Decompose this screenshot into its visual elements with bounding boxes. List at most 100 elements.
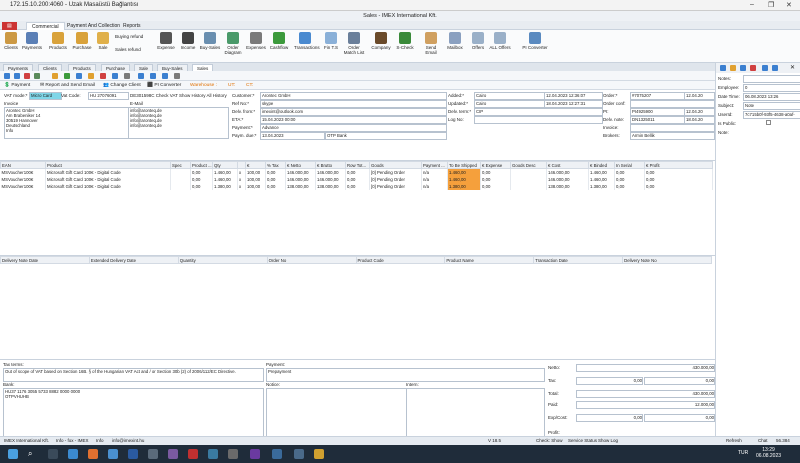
exp-value-a[interactable]: 0,00 bbox=[576, 414, 643, 422]
tax-terms-field[interactable]: Out of scope of VAT based on Section 16B… bbox=[3, 368, 264, 382]
delv-note-input[interactable]: DN1325011 bbox=[630, 116, 685, 124]
folder-icon[interactable] bbox=[52, 73, 58, 79]
note-delete-icon[interactable] bbox=[750, 65, 756, 71]
order-input[interactable]: #7075207 bbox=[630, 92, 685, 100]
side-close-icon[interactable]: ✕ bbox=[790, 64, 795, 71]
pi-date[interactable]: 12.04.20 bbox=[684, 108, 715, 116]
expenses-button[interactable]: Expenses bbox=[245, 32, 267, 50]
col-netto[interactable]: € Netto bbox=[285, 161, 316, 169]
chat-button[interactable]: Chat bbox=[758, 437, 768, 445]
log-no-input[interactable] bbox=[474, 116, 603, 124]
payment-button[interactable]: 💲 Payment bbox=[4, 82, 30, 89]
col-delivery-note-date[interactable]: Delivery Note Date bbox=[0, 256, 90, 264]
all-offers-button[interactable]: ALL Offers bbox=[489, 32, 511, 50]
col-goods-desc[interactable]: Goods Desc bbox=[510, 161, 547, 169]
search-icon[interactable]: ⌕ bbox=[28, 449, 38, 459]
note-folder-icon[interactable] bbox=[730, 65, 736, 71]
datetime-input[interactable]: 06.08.2023 13:26 bbox=[743, 93, 800, 101]
cashflow-button[interactable]: Cashflow bbox=[268, 32, 290, 50]
brokers-select[interactable]: Armin Bellik bbox=[630, 132, 715, 140]
pi-converter-button[interactable]: ⬛ PI Converter bbox=[147, 82, 181, 89]
pi-input[interactable]: PI4925900 bbox=[630, 108, 685, 116]
add-row-icon[interactable] bbox=[64, 73, 70, 79]
keyboard-language[interactable]: TUR bbox=[738, 450, 748, 456]
purchase-button[interactable]: Purchase bbox=[71, 32, 93, 50]
visual-studio-icon[interactable] bbox=[250, 449, 260, 459]
col-ean[interactable]: EAN bbox=[0, 161, 46, 169]
buy-sales-button[interactable]: Buy-Sales bbox=[199, 32, 221, 50]
col-product-extra[interactable]: Product ... bbox=[190, 161, 213, 169]
check-icon[interactable] bbox=[88, 73, 94, 79]
col-product[interactable]: Product bbox=[45, 161, 171, 169]
print-icon[interactable] bbox=[34, 73, 40, 79]
payment-terms-field[interactable]: Prepayment bbox=[266, 368, 545, 382]
col-row-total[interactable]: Row Tot... bbox=[345, 161, 370, 169]
col-cost[interactable]: € Cost bbox=[546, 161, 589, 169]
windows-start-icon[interactable] bbox=[8, 449, 18, 459]
new-icon[interactable] bbox=[4, 73, 10, 79]
note-new-icon[interactable] bbox=[720, 65, 726, 71]
app-icon-5[interactable] bbox=[228, 449, 238, 459]
col-binded[interactable]: € Binded bbox=[588, 161, 615, 169]
vat-check-line[interactable]: DE301598C Check VAT Show History All His… bbox=[130, 93, 227, 98]
buying-refund-button[interactable]: Buying refund bbox=[115, 34, 143, 39]
col-product-code[interactable]: Product Code bbox=[355, 256, 446, 264]
vat-code-input[interactable]: HU 27076091 bbox=[88, 92, 129, 100]
customer-input[interactable]: Arontec GmbH bbox=[260, 92, 447, 100]
transactions-button[interactable]: Transactions bbox=[294, 32, 320, 50]
col-extended-delivery-date[interactable]: Extended Delivery Date bbox=[88, 256, 179, 264]
edge-icon[interactable] bbox=[68, 449, 78, 459]
order-match-list-button[interactable]: Order Match List bbox=[343, 32, 365, 55]
bank-field[interactable]: HU37 1176 3055 5733 8882 0000 0000 OTPVH… bbox=[3, 388, 264, 438]
col-brutto[interactable]: € Brutto bbox=[315, 161, 346, 169]
restore-icon[interactable]: ❐ bbox=[768, 1, 774, 9]
vat-mode-select[interactable]: Micro Card bbox=[29, 92, 62, 100]
fin-ts-button[interactable]: Fin T.S bbox=[320, 32, 342, 50]
tab-reports[interactable]: Reports bbox=[118, 22, 146, 30]
mailbox-button[interactable]: Mailbox bbox=[444, 32, 466, 50]
app-icon-4[interactable] bbox=[208, 449, 218, 459]
payment-select[interactable]: Advance bbox=[260, 124, 447, 132]
table-row[interactable]: MSVoucher100€ Microsoft Gift Card 100€ - … bbox=[0, 176, 713, 183]
task-view-icon[interactable] bbox=[48, 449, 58, 459]
export-icon[interactable] bbox=[124, 73, 130, 79]
order-diagram-button[interactable]: Order Diagram bbox=[222, 32, 244, 55]
app-icon-2[interactable] bbox=[148, 449, 158, 459]
report-send-email-button[interactable]: ✉ Report and Send Email bbox=[40, 82, 95, 89]
redo-icon[interactable] bbox=[150, 73, 156, 79]
copy-icon[interactable] bbox=[76, 73, 82, 79]
col-goods[interactable]: Goods bbox=[369, 161, 422, 169]
income-button[interactable]: Income bbox=[177, 32, 199, 50]
delivery-from-input[interactable]: imexint@outlook.com bbox=[260, 108, 447, 116]
col-to-be-shipped[interactable]: To Be Shipped bbox=[447, 161, 481, 169]
col-order-no[interactable]: Order No bbox=[266, 256, 357, 264]
col-transaction-date[interactable]: Transaction Date bbox=[533, 256, 624, 264]
col-delivery-note-no[interactable]: Delivery Note No bbox=[622, 256, 712, 264]
tax-value-a[interactable]: 0,00 bbox=[576, 377, 643, 385]
arrow-icon[interactable] bbox=[162, 73, 168, 79]
col-product-name[interactable]: Product Name bbox=[444, 256, 535, 264]
s-check-button[interactable]: S-Check bbox=[394, 32, 416, 50]
app-menu-button[interactable]: ▤ bbox=[2, 22, 17, 30]
clients-button[interactable]: Clients bbox=[0, 32, 22, 50]
invoice-address-field[interactable]: Arontec GmbH Am Brabeniker 14 30519 Hann… bbox=[4, 107, 129, 139]
table-row[interactable]: MSVoucher100€ Microsoft Gift Card 100€ - … bbox=[0, 183, 713, 190]
order-conf-input[interactable] bbox=[630, 100, 715, 108]
send-email-button[interactable]: Send Email bbox=[420, 32, 442, 55]
minimize-icon[interactable]: – bbox=[750, 1, 754, 8]
invoice-input[interactable] bbox=[630, 124, 715, 132]
note-refresh-icon[interactable] bbox=[772, 65, 778, 71]
sales-refund-button[interactable]: Sales refund bbox=[115, 47, 141, 52]
col-expense[interactable]: € Expense bbox=[480, 161, 511, 169]
offers-button[interactable]: Offers bbox=[467, 32, 489, 50]
undo-icon[interactable] bbox=[138, 73, 144, 79]
notice-field[interactable] bbox=[266, 388, 407, 438]
col-quantity[interactable]: Quantity bbox=[177, 256, 268, 264]
refno-input[interactable]: skype bbox=[260, 100, 447, 108]
app-icon-7[interactable] bbox=[294, 449, 304, 459]
order-date[interactable]: 12.04.20 bbox=[684, 92, 715, 100]
is-public-checkbox[interactable] bbox=[766, 120, 771, 125]
company-button[interactable]: Company bbox=[370, 32, 392, 50]
payments-button[interactable]: Payments bbox=[21, 32, 43, 50]
app-icon-1[interactable] bbox=[108, 449, 118, 459]
